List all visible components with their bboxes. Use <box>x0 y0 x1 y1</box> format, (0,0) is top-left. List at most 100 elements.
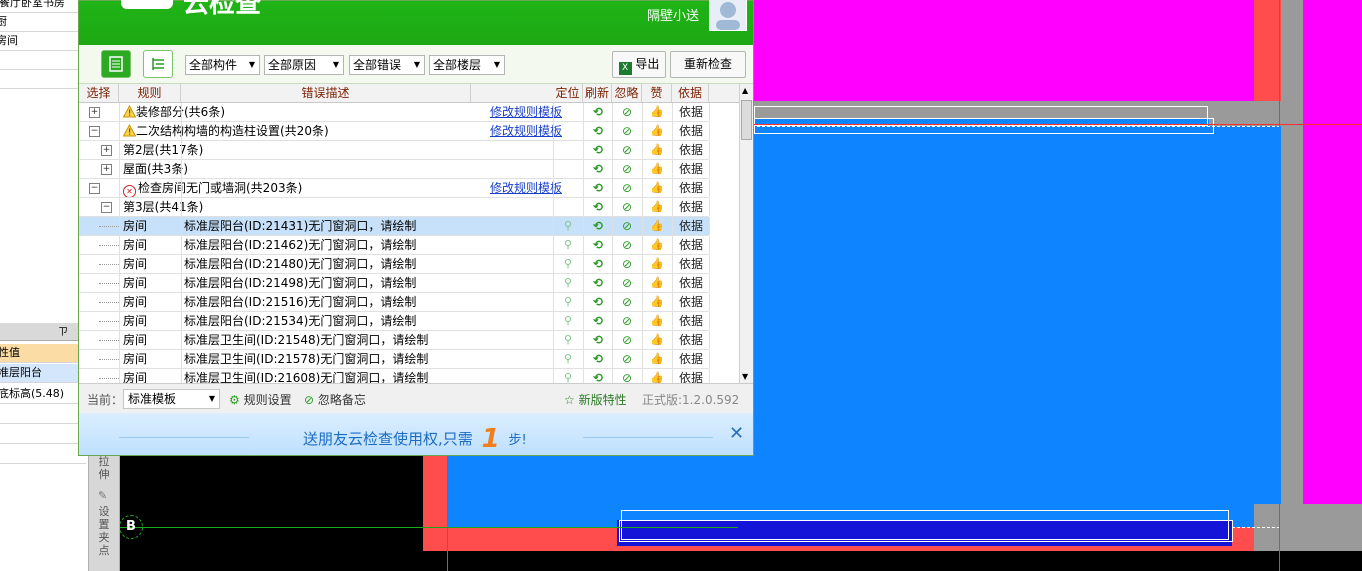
reason-filter-select[interactable]: 全部原因 ▼ <box>264 55 344 75</box>
group-row[interactable]: − ✕ 检查房间无门或墙洞(共203条) 修改规则模板 ⟲ ⊘ 👍 依据 <box>79 179 710 198</box>
ignore-icon[interactable]: ⊘ <box>620 371 634 383</box>
col-select[interactable]: 选择 <box>79 84 119 102</box>
thumbs-up-icon[interactable]: 👍 <box>650 314 664 328</box>
avatar[interactable] <box>709 0 747 31</box>
thumbs-up-icon[interactable]: 👍 <box>650 200 664 214</box>
col-description[interactable]: 错误描述 <box>181 84 471 102</box>
basis-link[interactable]: 依据 <box>673 350 709 368</box>
ignore-icon[interactable]: ⊘ <box>620 314 634 328</box>
set-grip-tool[interactable]: 设置夹点 <box>96 505 112 565</box>
refresh-icon[interactable]: ⟲ <box>591 181 605 195</box>
ignore-icon[interactable]: ⊘ <box>620 295 634 309</box>
list-item[interactable]: 餐厅卧室书房 <box>0 0 86 13</box>
thumbs-up-icon[interactable]: 👍 <box>650 162 664 176</box>
ignore-icon[interactable]: ⊘ <box>620 181 634 195</box>
ignore-icon[interactable]: ⊘ <box>620 238 634 252</box>
basis-link[interactable]: 依据 <box>673 293 709 311</box>
promo-banner[interactable]: 送朋友云检查使用权,只需 1 步! ✕ <box>79 413 753 455</box>
recheck-button[interactable]: 重新检查 <box>670 51 746 78</box>
collapse-icon[interactable]: − <box>101 202 112 213</box>
edit-rule-template-link[interactable]: 修改规则模板 <box>490 179 562 197</box>
table-row[interactable]: 房间 标准层阳台(ID:21534)无门窗洞口，请绘制 ⚲ ⟲ ⊘ 👍 依据 <box>79 312 710 331</box>
locate-icon[interactable]: ⚲ <box>561 276 575 290</box>
collapse-icon[interactable]: − <box>89 126 100 137</box>
ignore-notes-link[interactable]: ⊘ 忽略备忘 <box>304 391 366 408</box>
basis-link[interactable]: 依据 <box>673 198 709 216</box>
close-icon[interactable]: ✕ <box>729 423 744 444</box>
table-row[interactable]: 房间 标准层卫生间(ID:21548)无门窗洞口，请绘制 ⚲ ⟲ ⊘ 👍 依据 <box>79 331 710 350</box>
basis-link[interactable]: 依据 <box>673 141 709 159</box>
scroll-down-arrow[interactable]: ▼ <box>742 372 748 381</box>
component-filter-select[interactable]: 全部构件 ▼ <box>185 55 260 75</box>
tree-view-button[interactable] <box>143 50 173 78</box>
refresh-icon[interactable]: ⟲ <box>591 200 605 214</box>
basis-link[interactable]: 依据 <box>673 312 709 330</box>
thumbs-up-icon[interactable]: 👍 <box>650 124 664 138</box>
thumbs-up-icon[interactable]: 👍 <box>650 333 664 347</box>
error-filter-select[interactable]: 全部错误 ▼ <box>349 55 425 75</box>
ignore-icon[interactable]: ⊘ <box>620 257 634 271</box>
property-row[interactable]: 底标高(5.48) <box>0 385 86 404</box>
basis-link[interactable]: 依据 <box>673 160 709 178</box>
basis-link[interactable]: 依据 <box>673 236 709 254</box>
expand-icon[interactable]: + <box>89 107 100 118</box>
rule-settings-link[interactable]: ⚙ 规则设置 <box>229 391 292 408</box>
list-item[interactable]: 房间 <box>0 32 86 51</box>
refresh-icon[interactable]: ⟲ <box>591 333 605 347</box>
username[interactable]: 隔壁小送 <box>647 5 699 24</box>
table-row[interactable]: 房间 标准层阳台(ID:21516)无门窗洞口，请绘制 ⚲ ⟲ ⊘ 👍 依据 <box>79 293 710 312</box>
ignore-icon[interactable]: ⊘ <box>620 219 634 233</box>
new-features-link[interactable]: ☆ 新版特性 <box>564 391 627 408</box>
group-row[interactable]: − 二次结构构墙的构造柱设置(共20条) 修改规则模板 ⟲ ⊘ 👍 依据 <box>79 122 710 141</box>
list-view-button[interactable] <box>101 50 131 78</box>
thumbs-up-icon[interactable]: 👍 <box>650 371 664 383</box>
table-row[interactable]: 房间 标准层阳台(ID:21498)无门窗洞口，请绘制 ⚲ ⟲ ⊘ 👍 依据 <box>79 274 710 293</box>
thumbs-up-icon[interactable]: 👍 <box>650 238 664 252</box>
locate-icon[interactable]: ⚲ <box>561 238 575 252</box>
thumbs-up-icon[interactable]: 👍 <box>650 276 664 290</box>
expand-icon[interactable]: + <box>101 164 112 175</box>
col-locate[interactable]: 定位 <box>553 84 583 102</box>
col-basis[interactable]: 依据 <box>672 84 709 102</box>
list-item[interactable]: 厨 <box>0 13 86 32</box>
group-row[interactable]: + 装修部分(共6条) 修改规则模板 ⟲ ⊘ 👍 依据 <box>79 103 710 122</box>
col-ignore[interactable]: 忽略 <box>612 84 642 102</box>
table-row[interactable]: 房间 标准层阳台(ID:21462)无门窗洞口，请绘制 ⚲ ⟲ ⊘ 👍 依据 <box>79 236 710 255</box>
pin-icon[interactable]: ㄗ <box>58 327 68 338</box>
basis-link[interactable]: 依据 <box>673 217 709 235</box>
refresh-icon[interactable]: ⟲ <box>591 295 605 309</box>
locate-icon[interactable]: ⚲ <box>561 314 575 328</box>
refresh-icon[interactable]: ⟲ <box>591 162 605 176</box>
locate-icon[interactable]: ⚲ <box>561 295 575 309</box>
edit-rule-template-link[interactable]: 修改规则模板 <box>490 103 562 121</box>
col-rule[interactable]: 规则 <box>119 84 181 102</box>
thumbs-up-icon[interactable]: 👍 <box>650 257 664 271</box>
floor-filter-select[interactable]: 全部楼层 ▼ <box>429 55 505 75</box>
scroll-thumb[interactable] <box>741 100 752 140</box>
basis-link[interactable]: 依据 <box>673 274 709 292</box>
stretch-tool[interactable]: 拉伸 <box>96 455 112 485</box>
expand-icon[interactable]: + <box>101 145 112 156</box>
thumbs-up-icon[interactable]: 👍 <box>650 143 664 157</box>
col-refresh[interactable]: 刷新 <box>583 84 612 102</box>
property-row[interactable]: 准层阳台 <box>0 364 86 383</box>
refresh-icon[interactable]: ⟲ <box>591 352 605 366</box>
table-row[interactable]: 房间 标准层阳台(ID:21431)无门窗洞口，请绘制 ⚲ ⟲ ⊘ 👍 依据 <box>79 217 710 236</box>
refresh-icon[interactable]: ⟲ <box>591 257 605 271</box>
export-button[interactable]: X 导出 <box>612 51 666 78</box>
locate-icon[interactable]: ⚲ <box>561 219 575 233</box>
refresh-icon[interactable]: ⟲ <box>591 238 605 252</box>
vertical-scrollbar[interactable]: ▲ ▼ <box>739 84 753 383</box>
title-bar[interactable]: 云检查 隔壁小送 <box>79 0 753 45</box>
locate-icon[interactable]: ⚲ <box>561 257 575 271</box>
ignore-icon[interactable]: ⊘ <box>620 143 634 157</box>
ignore-icon[interactable]: ⊘ <box>620 162 634 176</box>
basis-link[interactable]: 依据 <box>673 255 709 273</box>
table-row[interactable]: 房间 标准层卫生间(ID:21608)无门窗洞口，请绘制 ⚲ ⟲ ⊘ 👍 依据 <box>79 369 710 383</box>
refresh-icon[interactable]: ⟲ <box>591 143 605 157</box>
thumbs-up-icon[interactable]: 👍 <box>650 105 664 119</box>
ignore-icon[interactable]: ⊘ <box>620 352 634 366</box>
locate-icon[interactable]: ⚲ <box>561 352 575 366</box>
group-row[interactable]: + 屋面(共3条) ⟲ ⊘ 👍 依据 <box>79 160 710 179</box>
basis-link[interactable]: 依据 <box>673 331 709 349</box>
